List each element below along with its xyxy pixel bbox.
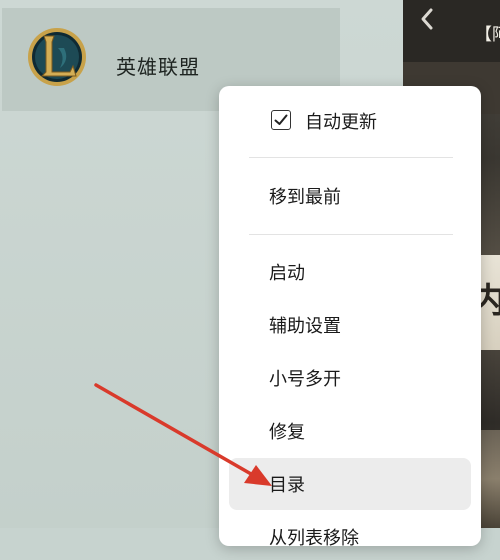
- menu-item-label: 自动更新: [305, 112, 377, 133]
- menu-divider: [249, 234, 453, 235]
- game-name: 英雄联盟: [116, 55, 200, 79]
- menu-item-label: 小号多开: [269, 369, 341, 390]
- context-menu: 自动更新 移到最前 启动 辅助设置 小号多开 修复 目录 从列表移除: [219, 86, 481, 549]
- menu-item-label: 辅助设置: [269, 316, 341, 337]
- menu-item-repair[interactable]: 修复: [229, 408, 471, 454]
- league-of-legends-logo: [26, 26, 88, 88]
- menu-item-label: 移到最前: [269, 187, 341, 208]
- menu-item-alt-account[interactable]: 小号多开: [229, 355, 471, 401]
- menu-item-remove-from-list[interactable]: 从列表移除: [229, 514, 471, 560]
- menu-item-auto-update[interactable]: 自动更新: [229, 98, 471, 144]
- menu-item-label: 启动: [269, 263, 305, 284]
- menu-item-helper-settings[interactable]: 辅助设置: [229, 302, 471, 348]
- chevron-left-icon[interactable]: [413, 4, 443, 34]
- menu-item-label: 修复: [269, 422, 305, 443]
- menu-item-label: 目录: [269, 475, 305, 496]
- panel-title-fragment: 【阿: [475, 25, 500, 45]
- menu-item-move-to-front[interactable]: 移到最前: [229, 173, 471, 219]
- menu-item-directory[interactable]: 目录: [229, 458, 471, 510]
- menu-divider: [249, 157, 453, 158]
- menu-item-launch[interactable]: 启动: [229, 249, 471, 295]
- checkbox-checked-icon[interactable]: [271, 110, 291, 130]
